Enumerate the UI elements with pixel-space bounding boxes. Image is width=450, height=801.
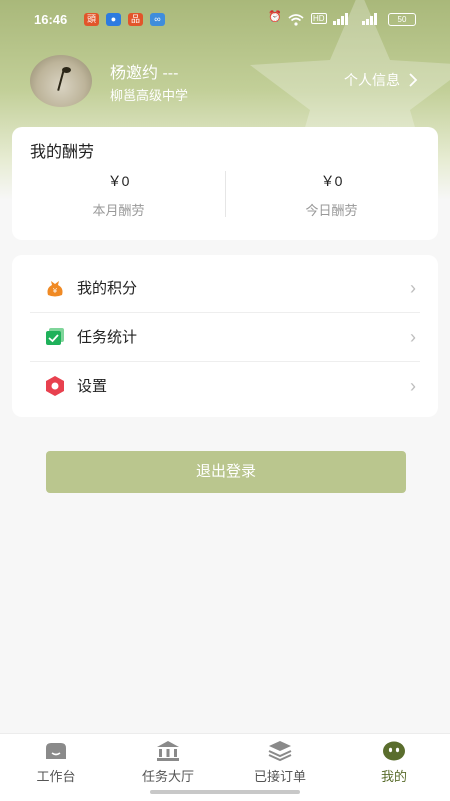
task-hall-icon <box>157 741 179 761</box>
battery-icon: 50 <box>388 13 416 26</box>
app-notification-icon: 頭 <box>84 13 99 26</box>
month-earnings-amount: ￥0 <box>107 173 130 189</box>
menu-card: ¥ 我的积分 › 任务统计 › 设置 › <box>12 255 438 417</box>
profile-icon <box>383 741 405 761</box>
tab-task-hall[interactable]: 任务大厅 <box>112 740 224 790</box>
battery-level: 50 <box>397 15 407 24</box>
svg-text:¥: ¥ <box>53 287 58 295</box>
chevron-right-icon: › <box>410 278 416 298</box>
earnings-card: 我的酬劳 ￥0 本月酬劳 ￥0 今日酬劳 <box>12 127 438 240</box>
menu-item-settings[interactable]: 设置 › <box>30 361 420 410</box>
user-school: 柳邕高级中学 <box>110 88 189 103</box>
today-earnings-label: 今日酬劳 <box>305 203 358 218</box>
tab-workbench[interactable]: 工作台 <box>0 740 112 790</box>
logout-button[interactable]: 退出登录 <box>46 451 406 493</box>
avatar-leaf <box>62 67 71 73</box>
tab-orders[interactable]: 已接订单 <box>224 740 336 790</box>
menu-item-task-stats[interactable]: 任务统计 › <box>30 312 420 362</box>
chevron-right-icon <box>409 73 418 87</box>
today-earnings-amount: ￥0 <box>320 173 343 189</box>
user-name: 杨邀约 --- <box>110 65 179 82</box>
earnings-title: 我的酬劳 <box>30 144 95 161</box>
tab-label: 任务大厅 <box>141 769 194 784</box>
tab-label: 已接订单 <box>253 769 306 784</box>
home-indicator <box>150 790 300 794</box>
menu-item-label: 我的积分 <box>77 280 138 297</box>
avatar[interactable] <box>30 55 92 107</box>
chevron-right-icon: › <box>410 376 416 396</box>
wifi-icon <box>288 14 304 26</box>
status-time: 16:46 <box>34 12 68 27</box>
personal-info-label: 个人信息 <box>344 72 400 88</box>
task-stats-icon <box>46 328 64 345</box>
profile-section: 杨邀约 --- 柳邕高级中学 个人信息 <box>0 50 450 110</box>
signal-icon <box>362 13 377 25</box>
app-notification-icon: 品 <box>128 13 143 26</box>
month-earnings: ￥0 本月酬劳 <box>12 171 225 219</box>
tab-profile[interactable]: 我的 <box>338 740 450 790</box>
status-bar: 16:46 頭 ● 品 ∞ ⏰ HD 50 <box>0 0 450 38</box>
menu-item-label: 设置 <box>77 378 108 395</box>
menu-item-points[interactable]: ¥ 我的积分 › <box>30 263 420 313</box>
month-earnings-label: 本月酬劳 <box>92 203 145 218</box>
hd-badge: HD <box>311 13 327 24</box>
tab-label: 工作台 <box>36 769 76 784</box>
settings-icon <box>46 376 64 396</box>
chevron-right-icon: › <box>410 327 416 347</box>
workbench-icon <box>46 743 66 759</box>
signal-icon <box>333 13 348 25</box>
tab-label: 我的 <box>380 769 407 784</box>
menu-item-label: 任务统计 <box>77 329 138 346</box>
personal-info-link[interactable]: 个人信息 <box>344 70 420 90</box>
alarm-icon: ⏰ <box>268 11 282 23</box>
points-bag-icon: ¥ <box>47 281 63 297</box>
today-earnings: ￥0 今日酬劳 <box>225 171 438 219</box>
app-notification-icon: ● <box>106 13 121 26</box>
orders-icon <box>268 741 292 762</box>
app-notification-icon: ∞ <box>150 13 165 26</box>
